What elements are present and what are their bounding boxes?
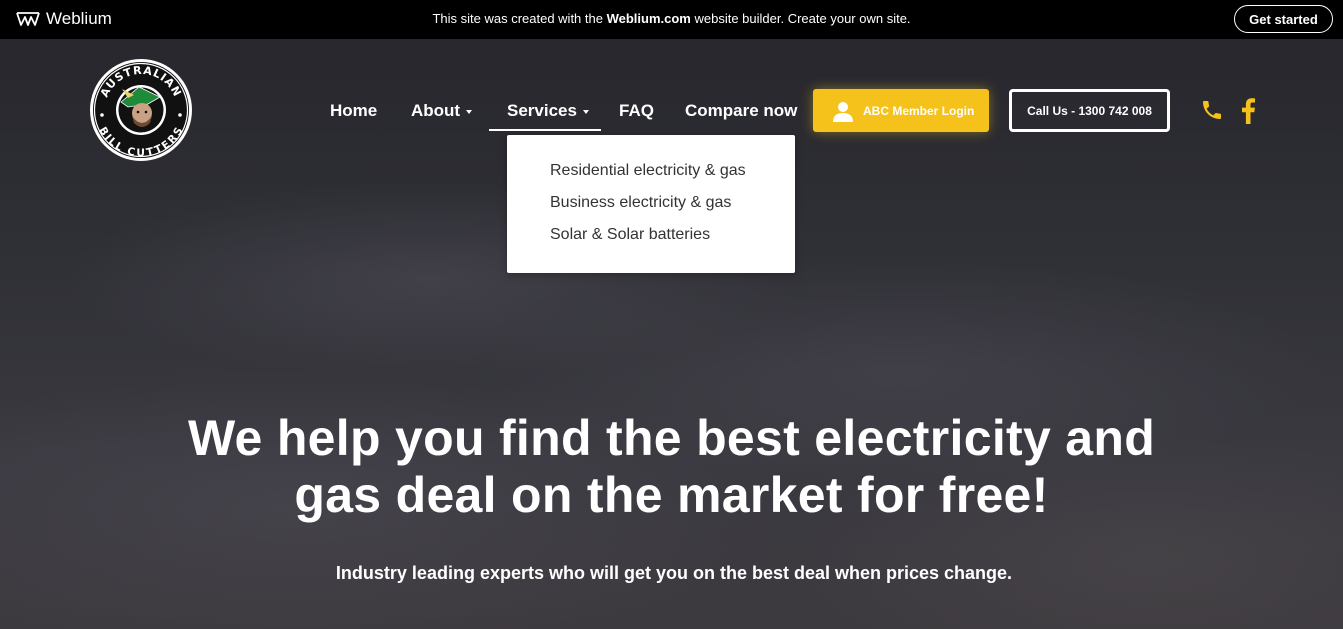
member-login-button[interactable]: ABC Member Login [813, 89, 989, 132]
weblium-promo-bar: Weblium This site was created with the W… [0, 0, 1343, 39]
nav-about[interactable]: About [411, 100, 473, 122]
nav-services-active-underline [489, 129, 601, 131]
phone-icon[interactable] [1200, 98, 1224, 122]
hero-subheadline: Industry leading experts who will get yo… [335, 563, 1013, 583]
nav-services[interactable]: Services [507, 100, 589, 122]
nav-compare-now-label: Compare now [685, 101, 798, 120]
dropdown-item-business[interactable]: Business electricity & gas [550, 194, 731, 216]
hero-headline-line2: gas deal on the market for free! [294, 467, 1049, 523]
nav-home[interactable]: Home [330, 100, 377, 122]
site-logo[interactable]: AUSTRALIAN BILL CUTTERS [88, 57, 194, 163]
promo-message-post: website builder. Create your own site. [690, 11, 911, 26]
facebook-icon[interactable] [1240, 98, 1256, 124]
nav-faq-label: FAQ [619, 101, 654, 120]
caret-down-icon [582, 109, 589, 114]
hero-headline: We help you find the best electricity an… [100, 410, 1243, 524]
services-dropdown: Residential electricity & gas Business e… [507, 135, 795, 273]
dropdown-item-solar[interactable]: Solar & Solar batteries [550, 226, 710, 248]
caret-down-icon [466, 109, 473, 114]
get-started-button[interactable]: Get started [1234, 5, 1333, 33]
hero-headline-line1: We help you find the best electricity an… [187, 410, 1156, 466]
promo-message: This site was created with the Weblium.c… [0, 11, 1343, 26]
promo-message-brand: Weblium.com [606, 11, 691, 26]
dropdown-item-residential[interactable]: Residential electricity & gas [550, 162, 746, 184]
nav-faq[interactable]: FAQ [619, 100, 654, 122]
promo-message-pre: This site was created with the [432, 11, 607, 26]
user-icon [833, 101, 853, 122]
nav-about-label: About [411, 101, 461, 120]
nav-compare-now[interactable]: Compare now [685, 100, 797, 122]
member-login-label: ABC Member Login [863, 103, 975, 118]
call-us-button[interactable]: Call Us - 1300 742 008 [1009, 89, 1170, 132]
call-us-label: Call Us - 1300 742 008 [1027, 103, 1152, 118]
nav-services-label: Services [507, 101, 577, 120]
nav-home-label: Home [330, 101, 378, 120]
